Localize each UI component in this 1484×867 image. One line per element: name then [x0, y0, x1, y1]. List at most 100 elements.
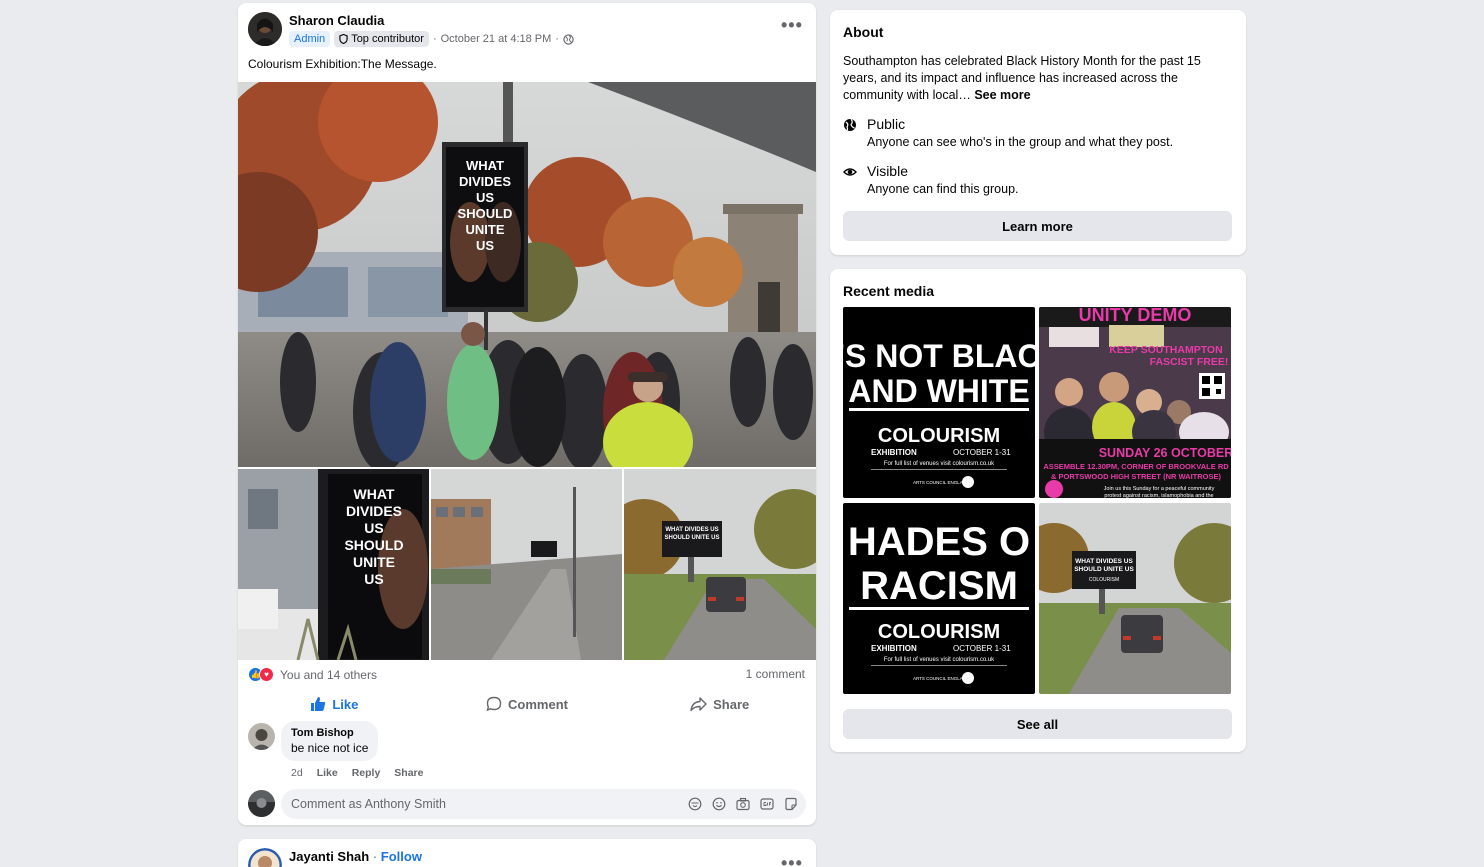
shield-icon — [339, 34, 348, 44]
visibility-row: Visible Anyone can find this group. — [843, 163, 1019, 196]
billboard-line-4: SHOULD — [458, 206, 513, 221]
post-meta: Admin Top contributor · October 21 at 4:… — [289, 31, 574, 47]
sticker-icon[interactable] — [688, 797, 702, 811]
comment-count[interactable]: 1 comment — [746, 667, 805, 681]
t2-w1: ASSEMBLE 12.30PM, CORNER OF BROOKVALE RD — [1043, 462, 1229, 471]
thumb-billboard-line-4: SHOULD — [344, 537, 403, 553]
globe-icon — [563, 33, 574, 45]
t1-dates: OCTOBER 1-31 — [953, 448, 1011, 457]
media-tile-2[interactable]: UNITY DEMO KEEP SOUTHAMPTON FASCIST FREE… — [1039, 307, 1231, 498]
public-title: Public — [867, 116, 906, 132]
commenter-avatar[interactable] — [248, 723, 275, 750]
see-more-link[interactable]: See more — [974, 88, 1030, 102]
recent-media-title: Recent media — [843, 283, 935, 299]
post2-author[interactable]: Jayanti Shah — [289, 849, 369, 864]
share-icon — [690, 697, 707, 712]
billboard-line-1: WHAT — [466, 158, 504, 173]
comment-button[interactable]: Comment — [431, 689, 624, 719]
comment-label: Comment — [508, 696, 568, 712]
post-action-bar: Like Comment Share — [238, 689, 816, 719]
post-photo-main[interactable]: WHAT DIVIDES US SHOULD UNITE US — [238, 82, 816, 467]
thumb-billboard-line-2: DIVIDES — [346, 503, 402, 519]
t2-b2: FASCIST FREE! — [1150, 356, 1229, 368]
t2-f1: Join us this Sunday for a peaceful commu… — [1104, 486, 1215, 492]
t1-footer: For full list of venues visit colourism.… — [884, 461, 995, 467]
comment-bubble: Tom Bishop be nice not ice — [281, 721, 379, 761]
thumb-billboard-line-1: WHAT — [354, 486, 395, 502]
top-contributor-badge[interactable]: Top contributor — [334, 31, 429, 47]
like-label: Like — [332, 696, 359, 712]
post-photo-thumb-3[interactable]: WHAT DIVIDES US SHOULD UNITE US — [624, 469, 816, 660]
t2-w2: & PORTSWOOD HIGH STREET (NR WAITROSE) — [1051, 472, 1222, 481]
about-card: About Southampton has celebrated Black H… — [830, 10, 1246, 255]
comment-reply-button[interactable]: Reply — [352, 767, 381, 779]
t1-l2: AND WHITE — [848, 373, 1029, 409]
t1-council: ARTS COUNCIL ENGLAND — [913, 480, 970, 485]
t3-council: ARTS COUNCIL ENGLAND — [913, 676, 970, 681]
t2-f2: protest against racism, islamophobia and… — [1104, 493, 1213, 498]
t3-brand: COLOURISM — [878, 621, 1000, 643]
admin-badge[interactable]: Admin — [289, 31, 331, 47]
share-label: Share — [713, 696, 750, 712]
top-contributor-label: Top contributor — [351, 33, 424, 45]
visible-subtitle: Anyone can find this group. — [867, 182, 1019, 196]
recent-media-card: Recent media 'S NOT BLAC AND WHITE COLOU… — [830, 269, 1246, 752]
media-tile-3[interactable]: HADES O RACISM COLOURISM EXHIBITION OCTO… — [843, 503, 1035, 694]
comment-icon — [486, 696, 502, 712]
t2-date: SUNDAY 26 OCTOBER — [1099, 446, 1231, 460]
media-tile-1[interactable]: 'S NOT BLAC AND WHITE COLOURISM EXHIBITI… — [843, 307, 1035, 498]
post-timestamp[interactable]: October 21 at 4:18 PM — [441, 33, 552, 45]
t2-b1: KEEP SOUTHAMPTON — [1109, 344, 1222, 356]
more-icon[interactable]: ••• — [781, 15, 803, 36]
billboard-line-2: DIVIDES — [459, 174, 511, 189]
thumb3-l2: SHOULD UNITE US — [664, 535, 719, 541]
reactions-summary[interactable]: 👍 ♥ You and 14 others — [248, 667, 377, 682]
comment-text: be nice not ice — [291, 741, 369, 755]
share-button[interactable]: Share — [623, 689, 816, 719]
author-avatar-2[interactable] — [248, 848, 282, 867]
see-all-button[interactable]: See all — [843, 709, 1232, 739]
learn-more-button[interactable]: Learn more — [843, 211, 1232, 241]
like-button[interactable]: Like — [238, 689, 431, 719]
t4-l1: WHAT DIVIDES US — [1075, 558, 1133, 565]
author-avatar[interactable] — [248, 12, 282, 46]
comment-input-box — [281, 789, 806, 819]
heart-icon: ♥ — [259, 667, 274, 682]
thumb-billboard-line-3: US — [364, 520, 383, 536]
camera-icon[interactable] — [736, 797, 750, 811]
t3-footer: For full list of venues visit colourism.… — [884, 657, 995, 663]
post-photo-thumb-1[interactable]: WHAT DIVIDES US SHOULD UNITE US — [238, 469, 429, 660]
t4-brand: COLOURISM — [1089, 577, 1119, 583]
thumbs-up-icon — [311, 697, 326, 711]
comment-share-button[interactable]: Share — [394, 767, 423, 779]
privacy-public-row: Public Anyone can see who's in the group… — [843, 116, 1173, 149]
comment-input[interactable] — [291, 797, 688, 811]
post-text: Colourism Exhibition:The Message. — [248, 57, 437, 71]
post2-author-line: Jayanti Shah · Follow — [289, 849, 422, 864]
about-description: Southampton has celebrated Black History… — [843, 53, 1235, 104]
comment-actions: 2d Like Reply Share — [291, 767, 423, 779]
post-card: Sharon Claudia Admin Top contributor · O… — [238, 3, 816, 825]
media-tile-4[interactable]: WHAT DIVIDES US SHOULD UNITE US COLOURIS… — [1039, 503, 1231, 694]
eye-icon — [843, 168, 857, 176]
thumb-billboard-line-5: UNITE — [353, 554, 395, 570]
about-title: About — [843, 24, 884, 40]
post-photo-thumb-2[interactable] — [431, 469, 622, 660]
t2-top: UNITY DEMO — [1079, 307, 1192, 325]
t1-sub: EXHIBITION — [871, 448, 917, 457]
t3-l2: RACISM — [860, 564, 1018, 608]
comment-age[interactable]: 2d — [291, 767, 303, 779]
t3-sub: EXHIBITION — [871, 644, 917, 653]
follow-button[interactable]: Follow — [381, 849, 422, 864]
author-name[interactable]: Sharon Claudia — [289, 13, 384, 28]
sticker-square-icon[interactable] — [784, 797, 798, 811]
gif-icon[interactable] — [760, 797, 774, 811]
comment-like-button[interactable]: Like — [317, 767, 338, 779]
meta-separator: · — [555, 33, 559, 45]
emoji-icon[interactable] — [712, 797, 726, 811]
t1-l1: 'S NOT BLAC — [843, 338, 1035, 374]
t3-l1: HADES O — [848, 520, 1030, 564]
thumb3-l1: WHAT DIVIDES US — [665, 527, 718, 533]
more-icon-2[interactable]: ••• — [781, 853, 803, 867]
comment-author[interactable]: Tom Bishop — [291, 727, 368, 739]
